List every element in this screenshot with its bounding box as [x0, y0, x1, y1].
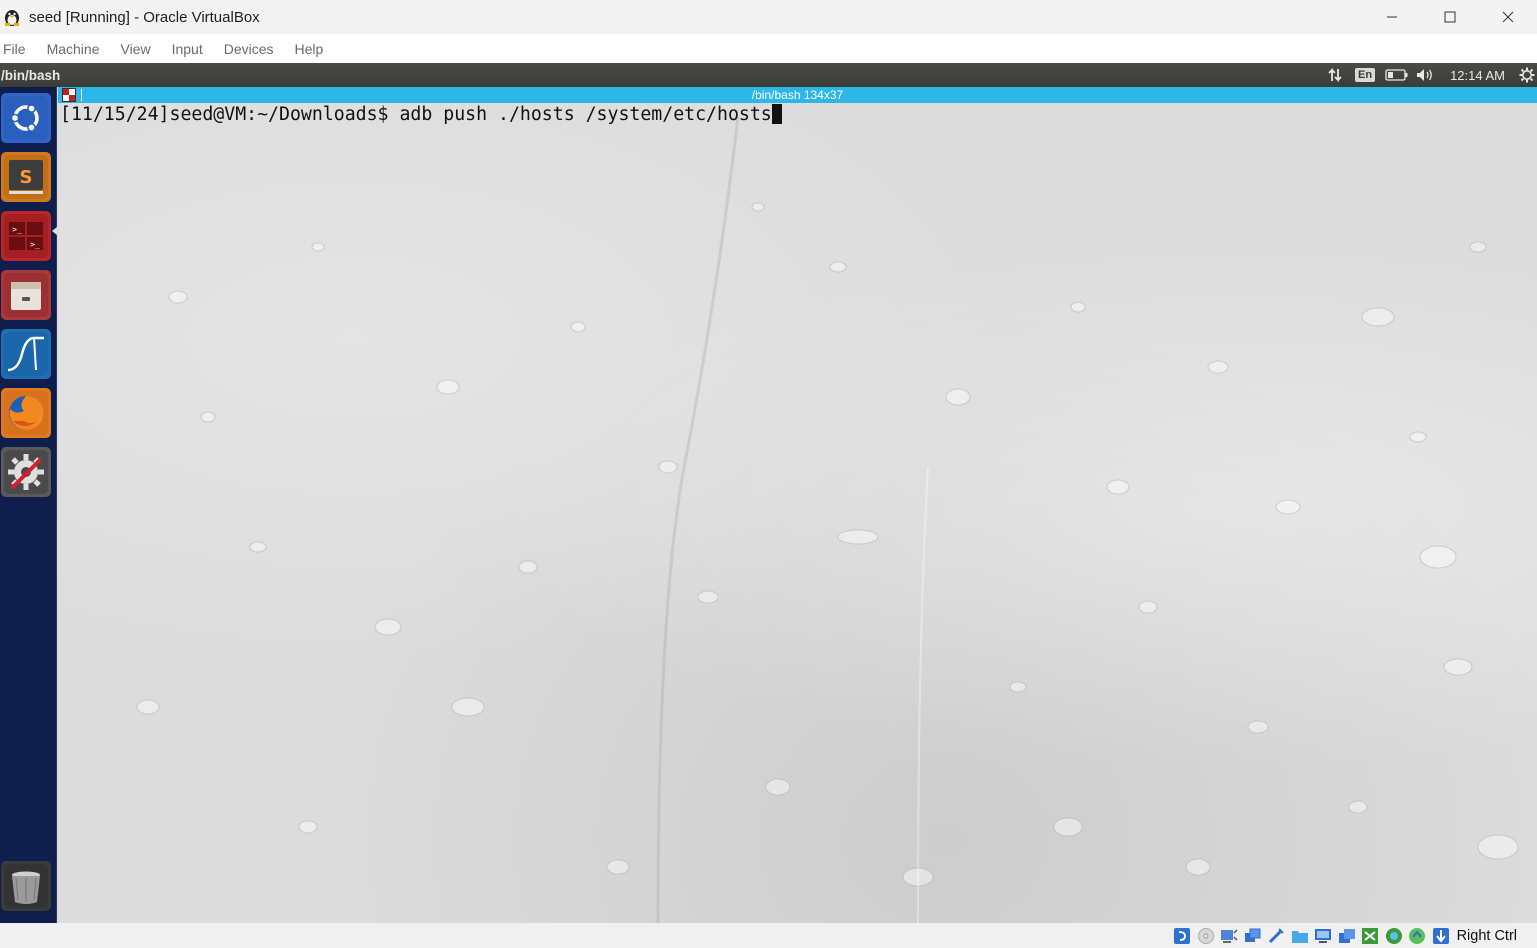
svg-text:>_: >_	[30, 240, 40, 249]
network-icon[interactable]	[1243, 926, 1263, 946]
usb-icon[interactable]	[1266, 926, 1286, 946]
keyboard-layout-indicator[interactable]: En	[1355, 68, 1376, 82]
cpu-icon[interactable]	[1384, 926, 1404, 946]
mouse-integration-icon[interactable]	[1407, 926, 1427, 946]
ubuntu-dash-icon[interactable]	[1, 93, 51, 143]
optical-drive-icon[interactable]	[1172, 926, 1192, 946]
svg-text:S: S	[20, 167, 33, 188]
menubar: File Machine View Input Devices Help	[0, 34, 1537, 63]
virtualbox-penguin-icon	[2, 7, 22, 27]
shared-folders-icon[interactable]	[1290, 926, 1310, 946]
recording-icon[interactable]	[1337, 926, 1357, 946]
battery-icon[interactable]	[1384, 63, 1410, 87]
clock[interactable]: 12:14 AM	[1440, 68, 1517, 83]
title-separator	[81, 89, 82, 101]
terminal-window[interactable]: /bin/bash 134x37 [11/15/24]seed@VM:~/Dow…	[58, 87, 1537, 923]
terminal-command-line[interactable]: [11/15/24]seed@VM:~/Downloads$ adb push …	[60, 104, 782, 126]
display-icon[interactable]	[1313, 926, 1333, 946]
window-titlebar: seed [Running] - Oracle VirtualBox	[0, 0, 1537, 34]
sublime-text-icon[interactable]: S	[1, 152, 51, 202]
minimize-button[interactable]	[1363, 0, 1421, 34]
shell-prompt: [11/15/24]seed@VM:~/Downloads$	[60, 104, 400, 125]
settings-gear-icon[interactable]	[1517, 63, 1537, 87]
text-cursor	[771, 104, 782, 124]
network-arrows-icon[interactable]	[1325, 63, 1345, 87]
terminal-title: /bin/bash 134x37	[751, 88, 844, 102]
vm-statusbar: Right Ctrl	[0, 923, 1537, 948]
volume-icon[interactable]	[1410, 63, 1440, 87]
menu-help[interactable]: Help	[292, 41, 333, 57]
svg-text:>_: >_	[12, 225, 22, 234]
raindrop-wallpaper	[136, 116, 1519, 923]
active-window-title: /bin/bash	[1, 67, 61, 83]
menu-view[interactable]: View	[117, 41, 159, 57]
video-capture-icon[interactable]	[1360, 926, 1380, 946]
arrow-down-icon[interactable]	[1431, 926, 1451, 946]
wireshark-icon[interactable]	[1, 329, 51, 379]
audio-icon[interactable]	[1219, 926, 1239, 946]
shell-command: adb push ./hosts /system/etc/hosts	[399, 104, 772, 125]
menu-file[interactable]: File	[0, 41, 35, 57]
firefox-icon[interactable]	[1, 388, 51, 438]
menu-devices[interactable]: Devices	[221, 41, 283, 57]
guest-top-panel: /bin/bash En 12:14 AM	[0, 63, 1537, 87]
system-settings-icon[interactable]	[1, 447, 51, 497]
floppy-icon[interactable]	[1196, 926, 1216, 946]
close-button[interactable]	[1479, 0, 1537, 34]
active-app-indicator	[52, 227, 57, 235]
host-key-label: Right Ctrl	[1456, 927, 1517, 944]
maximize-button[interactable]	[1421, 0, 1479, 34]
guest-screen[interactable]: /bin/bash En 12:14 AM S >_ >_ /bin/bash …	[0, 63, 1537, 923]
indicator-area: En 12:14 AM	[1325, 63, 1537, 87]
file-manager-icon[interactable]	[1, 270, 51, 320]
terminal-menu-icon[interactable]	[62, 88, 76, 102]
terminal-titlebar: /bin/bash 134x37	[58, 87, 1537, 103]
window-title: seed [Running] - Oracle VirtualBox	[29, 8, 260, 26]
terminal-icon[interactable]: >_ >_	[1, 211, 51, 261]
menu-input[interactable]: Input	[169, 41, 212, 57]
launcher: S >_ >_	[0, 87, 57, 923]
trash-icon[interactable]	[1, 861, 51, 911]
menu-machine[interactable]: Machine	[44, 41, 109, 57]
